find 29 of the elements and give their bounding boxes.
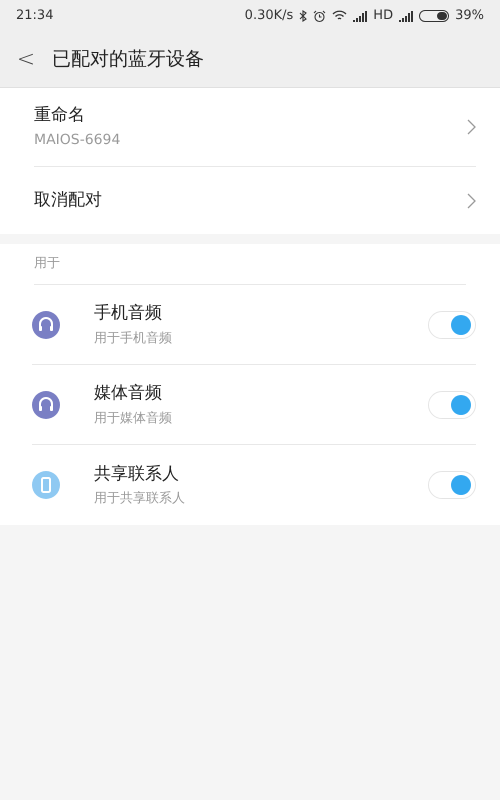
alarm-icon <box>313 10 326 22</box>
item-title: 共享联系人 <box>94 462 180 486</box>
settings-row[interactable]: 取消配对 <box>34 167 476 234</box>
item-subtitle: 用于媒体音频 <box>94 410 173 428</box>
settings-row[interactable]: 重命名 MAIOS-6694 <box>34 88 476 167</box>
back-button[interactable]: < <box>16 43 36 76</box>
signal-icon <box>353 10 368 22</box>
item-title: 媒体音频 <box>94 382 163 405</box>
bluetooth-icon <box>299 10 308 22</box>
row-label: 取消配对 <box>34 188 102 212</box>
network-speed: 0.30K/s <box>244 7 294 26</box>
status-time: 21:34 <box>16 7 54 26</box>
toggle-switch[interactable] <box>428 471 476 499</box>
signal-icon <box>399 10 414 22</box>
chevron-right-icon <box>467 119 476 135</box>
toggle-switch[interactable] <box>428 390 476 418</box>
item-title: 手机音频 <box>94 302 163 325</box>
toggle-switch[interactable] <box>428 310 476 338</box>
row-label: 重命名 <box>34 104 86 127</box>
battery-icon <box>419 10 450 22</box>
battery-level: 39% <box>455 7 484 26</box>
item-subtitle: 用于共享联系人 <box>94 490 186 508</box>
wifi-icon <box>332 10 348 22</box>
chevron-right-icon <box>467 192 476 208</box>
page-title: 已配对的蓝牙设备 <box>52 47 204 72</box>
section-header: 用于 <box>34 255 60 274</box>
device-name: MAIOS-6694 <box>34 131 120 150</box>
network-type: HD <box>373 7 394 26</box>
item-subtitle: 用于手机音频 <box>94 330 173 348</box>
